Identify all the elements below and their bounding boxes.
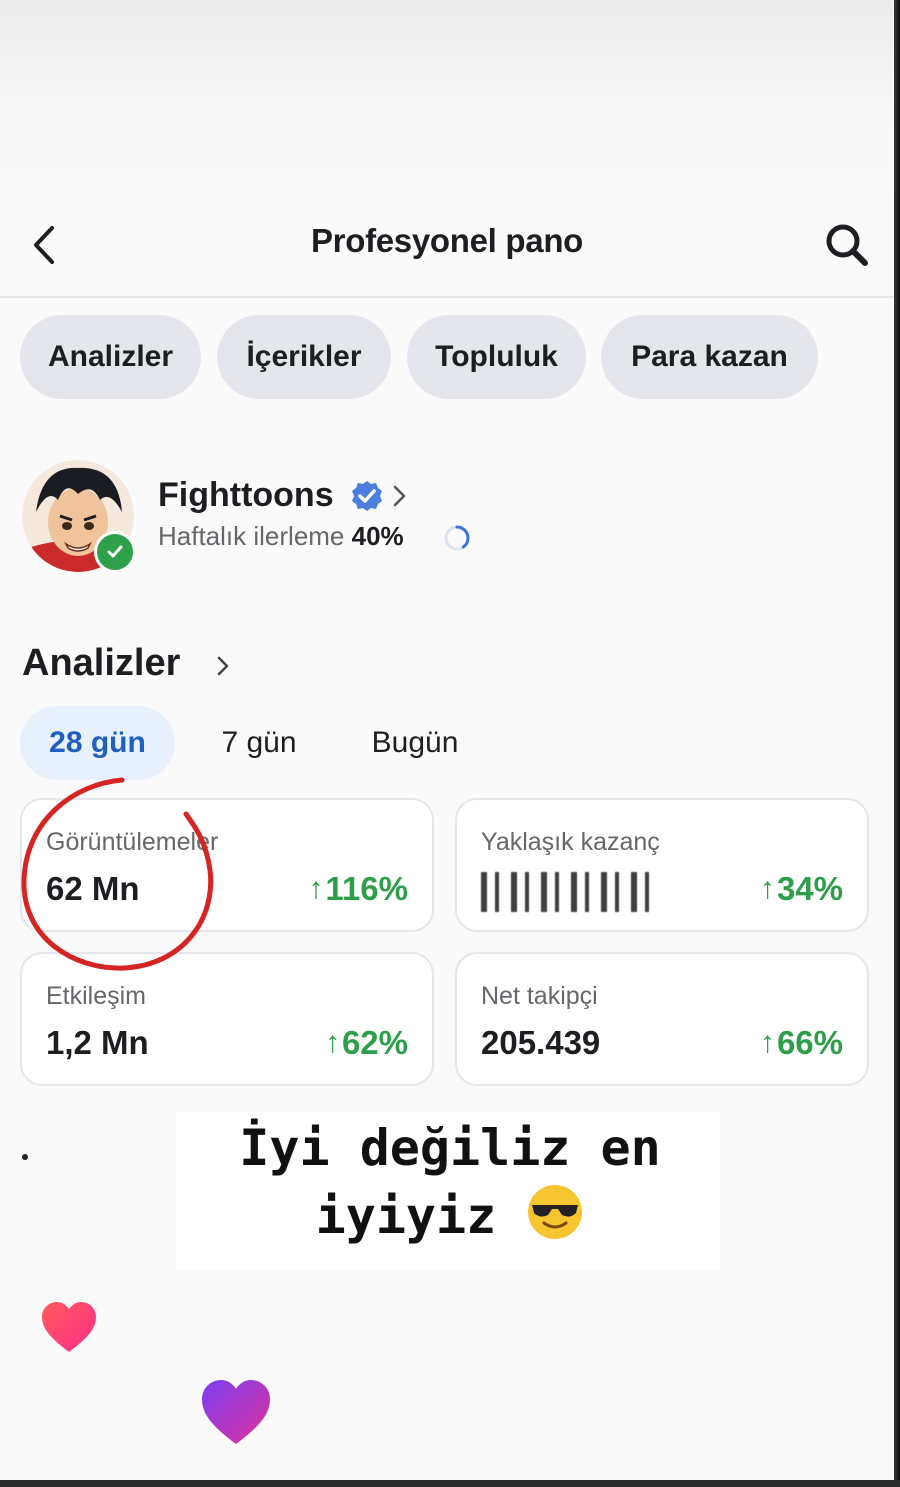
up-arrow-icon: ↑ (308, 872, 324, 905)
sunglasses-face-icon (528, 1185, 583, 1239)
status-badge (94, 531, 136, 573)
card-change-value: 116% (325, 870, 408, 907)
top-bar: Profesyonel pano (0, 200, 894, 296)
card-value: 205.439 (481, 1024, 601, 1061)
card-label: Etkileşim (46, 982, 147, 1010)
weekly-progress-value: 40% (351, 521, 404, 551)
weekly-progress-label: Haftalık ilerleme (158, 521, 345, 551)
check-icon (107, 545, 123, 558)
analytics-title[interactable]: Analizler (22, 642, 180, 685)
card-change-value: 34% (776, 870, 843, 907)
card-change-value: 62% (341, 1024, 408, 1061)
page-title: Profesyonel pano (310, 222, 584, 259)
chevron-right-icon[interactable] (390, 483, 408, 509)
heart-icon (42, 1302, 96, 1352)
net-followers-card[interactable]: Net takipçi 205.439 ↑ 66% (455, 952, 869, 1086)
tab-topluluk[interactable]: Topluluk (407, 315, 586, 399)
heart-icon (202, 1380, 270, 1444)
tab-analizler[interactable]: Analizler (20, 315, 201, 399)
dot-mark (22, 1154, 28, 1160)
card-change-value: 66% (776, 1024, 843, 1061)
caption-line-2-text: iyiyiz (315, 1187, 497, 1245)
story-caption: İyi değiliz en iyiyiz (150, 1114, 750, 1250)
header-divider (0, 296, 894, 298)
range-tab-today[interactable]: Bugün (350, 706, 480, 780)
card-label: Net takipçi (481, 982, 598, 1010)
profile-name[interactable]: Fighttoons (158, 476, 334, 515)
up-arrow-icon: ↑ (324, 1026, 340, 1059)
up-arrow-icon: ↑ (759, 1026, 775, 1059)
tab-icerikler[interactable]: İçerikler (217, 315, 391, 399)
card-change: ↑ 116% (308, 870, 408, 908)
card-value: 1,2 Mn (46, 1024, 149, 1061)
card-change: ↑ 62% (325, 1024, 408, 1062)
chevron-right-icon[interactable] (214, 652, 232, 680)
search-icon (826, 224, 868, 266)
up-arrow-icon: ↑ (759, 872, 775, 905)
tab-para-kazan[interactable]: Para kazan (601, 315, 818, 399)
card-change: ↑ 66% (760, 1024, 843, 1062)
engagement-card[interactable]: Etkileşim 1,2 Mn ↑ 62% (20, 952, 434, 1086)
card-label: Yaklaşık kazanç (481, 828, 660, 856)
edge-strip (894, 0, 900, 1487)
views-card[interactable]: Görüntülemeler 62 Mn ↑ 116% (20, 798, 434, 932)
card-label: Görüntülemeler (46, 828, 219, 856)
range-tab-28-days[interactable]: 28 gün (20, 706, 175, 780)
caption-line-2: iyiyiz (150, 1182, 750, 1250)
card-change: ↑ 34% (760, 870, 843, 908)
caption-line-1: İyi değiliz en (239, 1119, 661, 1177)
earnings-card[interactable]: Yaklaşık kazanç ↑ 34% (455, 798, 869, 932)
screen: Profesyonel pano Analizler İçerikler Top… (0, 0, 894, 1487)
search-button[interactable] (822, 220, 872, 270)
card-value: 62 Mn (46, 870, 140, 907)
verified-badge-icon (352, 481, 382, 511)
progress-ring-icon (444, 525, 470, 551)
weekly-progress: Haftalık ilerleme 40% (158, 521, 404, 552)
range-tab-7-days[interactable]: 7 gün (200, 706, 318, 780)
edge-strip (0, 1480, 900, 1487)
redacted-value (481, 872, 651, 912)
